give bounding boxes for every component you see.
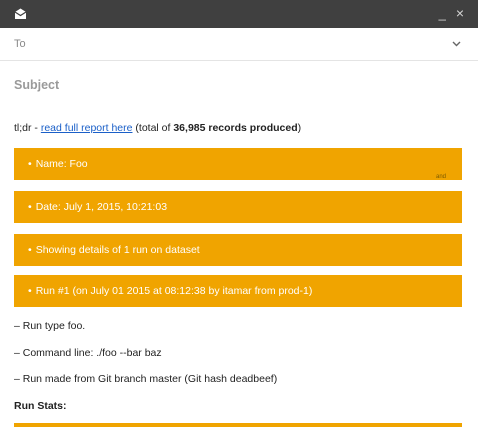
to-label: To xyxy=(14,38,26,50)
band-text: Run #1 (on July 01 2015 at 08:12:38 by i… xyxy=(35,285,313,297)
bullet: • xyxy=(28,285,32,297)
tldr-prefix: tl;dr - xyxy=(14,122,41,134)
close-button[interactable]: × xyxy=(456,5,464,23)
details-band: • Showing details of 1 run on dataset xyxy=(14,234,462,266)
subject-placeholder: Subject xyxy=(14,78,60,92)
bullet: • xyxy=(28,244,32,256)
run-stats-heading: Run Stats: xyxy=(14,400,67,412)
tldr-mid: (total of xyxy=(132,122,174,134)
run-band: • Run #1 (on July 01 2015 at 08:12:38 by… xyxy=(14,275,462,307)
stats-band xyxy=(14,423,462,427)
subject-field[interactable]: Subject xyxy=(0,61,478,109)
full-report-link[interactable]: read full report here xyxy=(41,122,133,134)
band-text: Date: July 1, 2015, 10:21:03 xyxy=(35,201,168,213)
to-field[interactable]: To xyxy=(0,28,478,61)
minimize-button[interactable]: _ xyxy=(439,5,446,23)
date-band: • Date: July 1, 2015, 10:21:03 xyxy=(14,191,462,223)
bullet: • xyxy=(28,158,32,170)
records-count: 36,985 records produced xyxy=(173,122,298,134)
band-text: Showing details of 1 run on dataset xyxy=(35,244,200,256)
chevron-down-icon[interactable] xyxy=(452,39,461,48)
name-band: • Name: Foo and xyxy=(14,148,462,180)
band-overflow-text: and xyxy=(435,174,446,180)
window-controls: _ × xyxy=(439,5,464,23)
git-branch-line: – Run made from Git branch master (Git h… xyxy=(14,373,278,385)
band-text: Name: Foo xyxy=(35,158,88,170)
run-type-line: – Run type foo. xyxy=(14,320,86,332)
command-line: – Command line: ./foo --bar baz xyxy=(14,347,162,359)
window-titlebar: _ × xyxy=(0,0,478,28)
bullet: • xyxy=(28,201,32,213)
tldr-suffix: ) xyxy=(297,122,302,134)
tldr-line: tl;dr - read full report here (total of … xyxy=(14,122,301,134)
mail-envelope-icon xyxy=(14,8,27,19)
